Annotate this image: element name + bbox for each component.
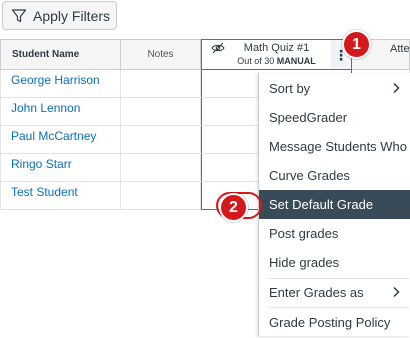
- callout-badge-1: 1: [342, 30, 371, 59]
- menu-item-label: Curve Grades: [269, 168, 350, 183]
- notes-cell[interactable]: [121, 126, 201, 154]
- chevron-right-icon: [393, 286, 400, 298]
- menu-item-enter-grades-as[interactable]: Enter Grades as: [259, 278, 410, 307]
- quiz-manual-flag: MANUAL: [276, 56, 316, 66]
- menu-item-set-default-grade[interactable]: Set Default Grade: [259, 190, 410, 219]
- column-header-notes[interactable]: Notes: [121, 39, 201, 70]
- menu-item-message-students[interactable]: Message Students Who: [259, 132, 410, 161]
- filter-icon: [11, 8, 27, 22]
- student-name-link[interactable]: Ringo Starr: [0, 154, 121, 182]
- menu-item-label: Set Default Grade: [269, 197, 374, 212]
- menu-item-sort-by[interactable]: Sort by: [259, 74, 410, 103]
- menu-item-curve-grades[interactable]: Curve Grades: [259, 161, 410, 190]
- chevron-right-icon: [393, 82, 400, 94]
- menu-item-label: Post grades: [269, 226, 339, 241]
- quiz-subtitle: Out of 30 MANUAL: [202, 56, 351, 66]
- eye-slash-icon: [211, 42, 225, 54]
- menu-item-label: SpeedGrader: [269, 110, 348, 125]
- student-name-link[interactable]: Paul McCartney: [0, 126, 121, 154]
- menu-item-label: Enter Grades as: [269, 285, 364, 300]
- notes-cell[interactable]: [121, 70, 201, 98]
- notes-cell[interactable]: [121, 182, 201, 210]
- student-name-link[interactable]: George Harrison: [0, 70, 121, 98]
- column-header-student-name[interactable]: Student Name: [0, 39, 121, 70]
- callout-badge-2: 2: [219, 193, 248, 222]
- menu-item-label: Message Students Who: [269, 139, 408, 154]
- menu-item-hide-grades[interactable]: Hide grades: [259, 248, 410, 277]
- apply-filters-label: Apply Filters: [33, 7, 111, 24]
- column-header-math-quiz[interactable]: Math Quiz #1 Out of 30 MANUAL ⋮: [201, 39, 352, 70]
- notes-cell[interactable]: [121, 98, 201, 126]
- notes-header-label: Notes: [147, 49, 174, 60]
- menu-item-post-grades[interactable]: Post grades: [259, 219, 410, 248]
- menu-item-label: Grade Posting Policy: [269, 315, 391, 330]
- student-name-link[interactable]: Test Student: [0, 182, 121, 210]
- quiz-points: Out of 30: [237, 56, 275, 66]
- gradebook-view: Apply Filters Student Name Notes Math Qu…: [0, 0, 410, 338]
- menu-item-label: Sort by: [269, 81, 311, 96]
- menu-item-grade-posting-policy[interactable]: Grade Posting Policy: [259, 308, 410, 337]
- notes-cell[interactable]: [121, 154, 201, 182]
- apply-filters-button[interactable]: Apply Filters: [2, 1, 117, 30]
- student-name-link[interactable]: John Lennon: [0, 98, 121, 126]
- column-options-menu: Sort by SpeedGrader Message Students Who…: [258, 73, 410, 336]
- menu-item-speedgrader[interactable]: SpeedGrader: [259, 103, 410, 132]
- next-column-header-label: Atte: [390, 43, 410, 55]
- menu-item-label: Hide grades: [269, 255, 340, 270]
- student-name-header-label: Student Name: [12, 49, 80, 60]
